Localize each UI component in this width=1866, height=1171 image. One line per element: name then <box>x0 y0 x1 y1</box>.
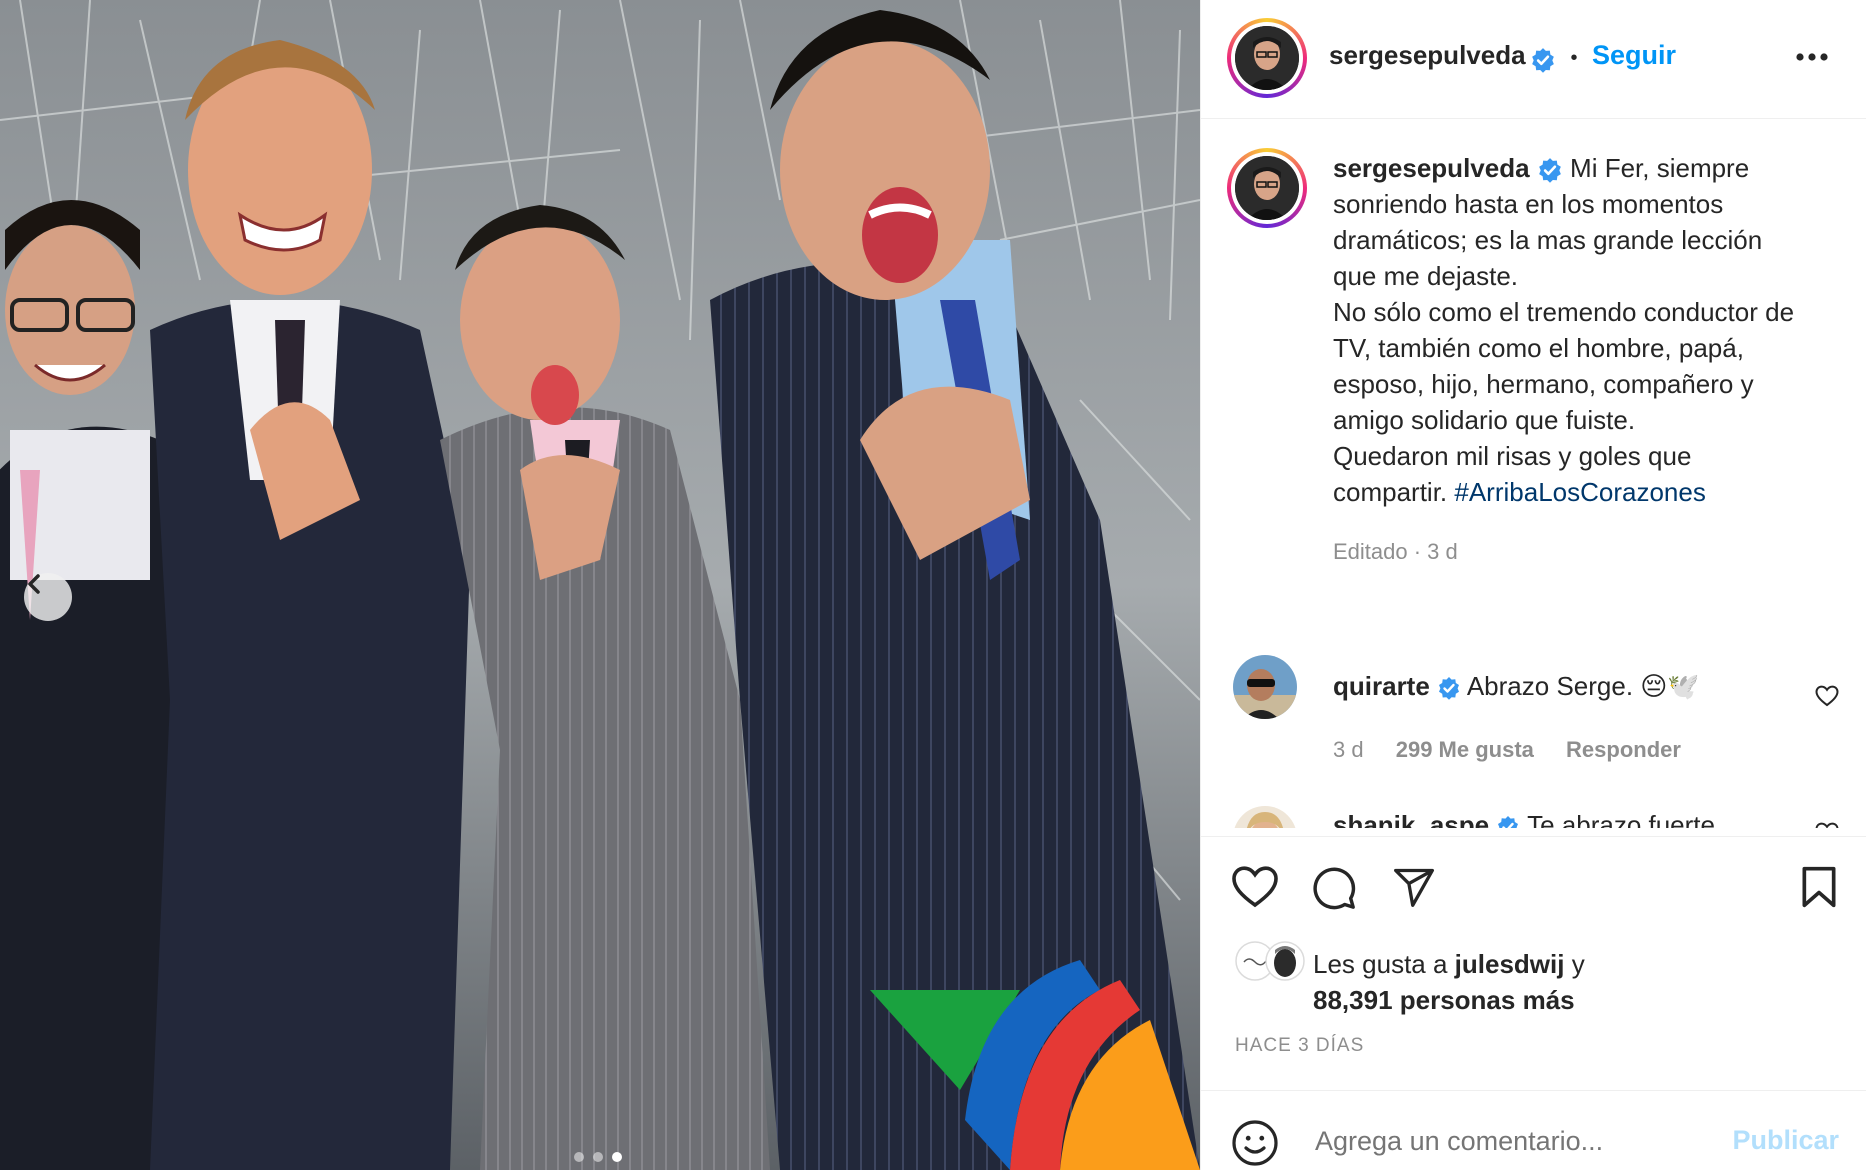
verified-badge-icon <box>1498 816 1519 828</box>
avatar-image <box>1235 26 1299 90</box>
comment-avatar[interactable] <box>1233 806 1297 828</box>
carousel-dot <box>574 1152 584 1162</box>
likes-text: Les gusta a julesdwij y 88,391 personas … <box>1313 946 1813 1018</box>
follow-button[interactable]: Seguir <box>1592 40 1676 70</box>
caption-meta: Editado · 3 d <box>1333 539 1458 564</box>
heart-icon[interactable] <box>1231 865 1279 909</box>
comment-username[interactable]: quirarte <box>1333 671 1430 701</box>
avatar-image <box>1233 806 1297 828</box>
post-side-panel: sergesepulveda • Seguir sergesepulveda M… <box>1200 0 1866 1170</box>
likes-user[interactable]: julesdwij <box>1455 949 1565 979</box>
caption-username[interactable]: sergesepulveda <box>1333 153 1530 183</box>
photo-illustration <box>0 0 1200 1170</box>
caption-avatar[interactable] <box>1227 148 1307 228</box>
chevron-left-icon <box>28 574 40 594</box>
post-caption: sergesepulveda Mi Fer, siempre sonriendo… <box>1333 150 1803 570</box>
likes-prefix: Les gusta a <box>1313 949 1455 979</box>
header-username[interactable]: sergesepulveda <box>1329 40 1526 70</box>
comments-scroll-area[interactable]: sergesepulveda Mi Fer, siempre sonriendo… <box>1201 130 1866 828</box>
carousel-dots <box>574 1152 622 1162</box>
verified-badge-icon <box>1532 47 1554 73</box>
liker-avatars[interactable] <box>1235 940 1309 982</box>
heart-icon[interactable] <box>1815 822 1839 828</box>
carousel-dot <box>593 1152 603 1162</box>
bookmark-icon[interactable] <box>1799 865 1839 909</box>
verified-badge-icon <box>1439 677 1460 700</box>
post-photo[interactable] <box>0 0 1200 1170</box>
emoji-icon[interactable] <box>1231 1119 1279 1167</box>
post-actions-bar <box>1201 836 1866 933</box>
heart-icon[interactable] <box>1815 685 1839 707</box>
carousel-prev-button[interactable] <box>24 573 72 621</box>
publish-button[interactable]: Publicar <box>1732 1125 1839 1156</box>
send-icon[interactable] <box>1391 865 1437 909</box>
post-timestamp[interactable]: HACE 3 DÍAS <box>1235 1035 1364 1057</box>
comment-text: Abrazo Serge. 😔🕊️ <box>1466 671 1700 701</box>
caption-text-2: No sólo como el tremendo conductor de TV… <box>1333 297 1795 435</box>
likes-mid: y <box>1564 949 1585 979</box>
more-options-icon[interactable] <box>1795 52 1829 62</box>
post-header: sergesepulveda • Seguir <box>1201 0 1866 119</box>
avatar-image <box>1233 655 1297 719</box>
comment-time: 3 d <box>1333 737 1364 762</box>
avatar[interactable] <box>1227 18 1307 98</box>
comment-username[interactable]: shanik_aspe <box>1333 810 1489 828</box>
add-comment-bar: Publicar <box>1201 1090 1866 1171</box>
comment-reply-button[interactable]: Responder <box>1566 737 1681 762</box>
comment-avatar[interactable] <box>1233 655 1297 719</box>
header-separator: • <box>1570 47 1578 69</box>
comment-text: Te abrazo fuerte <box>1527 810 1715 828</box>
comment-icon[interactable] <box>1311 865 1357 911</box>
comment-input[interactable] <box>1313 1125 1717 1158</box>
verified-badge-icon <box>1538 158 1561 183</box>
likes-count[interactable]: 88,391 personas más <box>1313 985 1575 1015</box>
carousel-dot-active <box>612 1152 622 1162</box>
hashtag-link[interactable]: #ArribaLosCorazones <box>1454 477 1705 507</box>
comment-likes[interactable]: 299 Me gusta <box>1396 737 1534 762</box>
avatar-image <box>1235 156 1299 220</box>
